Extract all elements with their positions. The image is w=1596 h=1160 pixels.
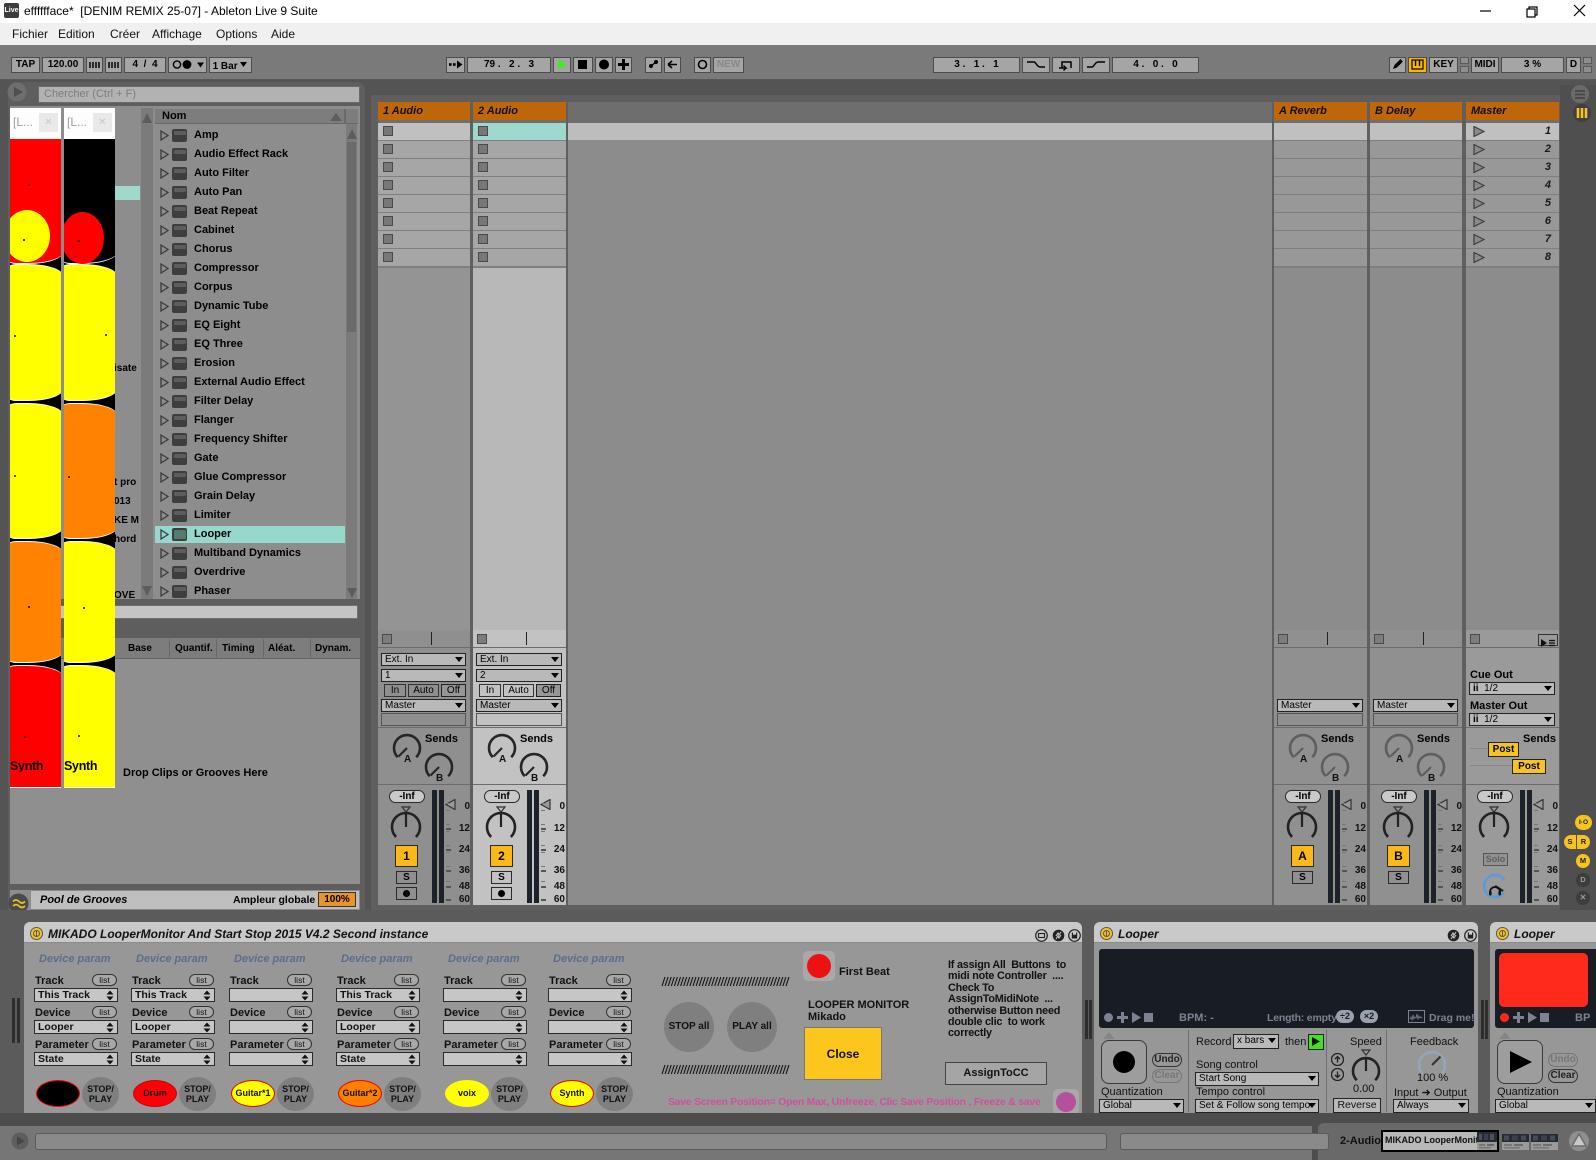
svg-text:B: B xyxy=(1332,773,1339,783)
svg-text:A: A xyxy=(1300,754,1307,765)
svg-text:A: A xyxy=(404,754,411,765)
svg-text:B: B xyxy=(531,773,538,783)
svg-text:B: B xyxy=(1428,773,1435,783)
svg-text:A: A xyxy=(1396,754,1403,765)
svg-text:B: B xyxy=(436,773,443,783)
svg-text:A: A xyxy=(499,754,506,765)
